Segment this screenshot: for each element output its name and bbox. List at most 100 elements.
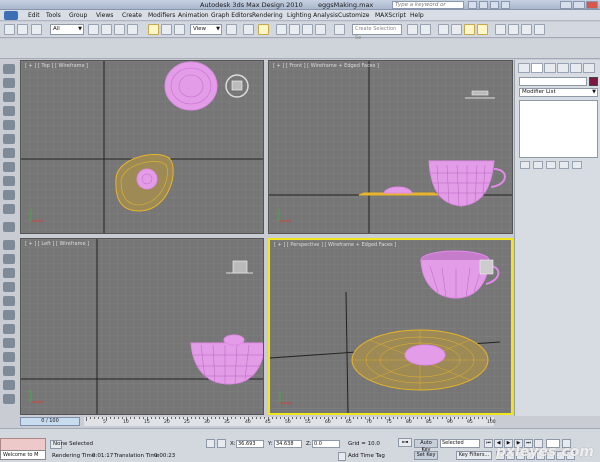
- utilities-tab-icon[interactable]: [583, 63, 595, 73]
- rect-selection-icon[interactable]: [114, 24, 125, 35]
- weld-icon[interactable]: [3, 310, 15, 320]
- viewport-top[interactable]: [ + ] [ Top ] [ Wireframe ]: [20, 60, 264, 234]
- extrude-icon[interactable]: [3, 120, 15, 130]
- menu-rendering[interactable]: Rendering: [252, 12, 283, 19]
- menu-lighting-analysis[interactable]: Lighting Analysis: [287, 12, 338, 19]
- maximize-button[interactable]: [573, 1, 585, 9]
- schematic-view-icon[interactable]: [477, 24, 488, 35]
- link-icon[interactable]: [31, 24, 42, 35]
- menu-edit[interactable]: Edit: [28, 12, 40, 19]
- menu-group[interactable]: Group: [69, 12, 87, 19]
- remove-modifier-icon[interactable]: [559, 161, 569, 169]
- absolute-mode-icon[interactable]: [217, 439, 226, 448]
- menu-views[interactable]: Views: [96, 12, 113, 19]
- display-tab-icon[interactable]: [570, 63, 582, 73]
- auto-key-button[interactable]: Auto Key: [414, 439, 438, 453]
- spinner-snap-icon[interactable]: [315, 24, 326, 35]
- pin-stack-icon[interactable]: [520, 161, 530, 169]
- maxscript-listener-white[interactable]: Welcome to M: [0, 450, 46, 460]
- modifier-list-dropdown[interactable]: Modifier List ▼: [519, 88, 598, 97]
- connect-icon[interactable]: [3, 338, 15, 348]
- undo-icon[interactable]: [4, 24, 15, 35]
- z-coord-field[interactable]: 0.0: [312, 440, 340, 448]
- rendered-frame-window-icon[interactable]: [521, 24, 532, 35]
- select-rotate-icon[interactable]: [161, 24, 172, 35]
- mesh-icon[interactable]: [3, 148, 15, 158]
- layer-manager-icon[interactable]: [438, 24, 449, 35]
- menu-maxscript[interactable]: MAXScript: [375, 12, 406, 19]
- pivot-center-icon[interactable]: [226, 24, 237, 35]
- render-production-icon[interactable]: [534, 24, 545, 35]
- key-filters-button[interactable]: Key Filters...: [456, 451, 492, 460]
- help-search-input[interactable]: Type a keyword or phrase: [392, 1, 464, 15]
- menu-animation[interactable]: Animation: [178, 12, 209, 19]
- shrink-icon[interactable]: [3, 222, 15, 232]
- modify-tab-icon[interactable]: [531, 63, 543, 73]
- viewport-label-top[interactable]: [ + ] [ Top ] [ Wireframe ]: [25, 63, 88, 69]
- viewport-perspective[interactable]: [ + ] [ Perspective ] [ Wireframe + Edge…: [268, 238, 513, 415]
- named-selection-input[interactable]: Create Selection Se: [352, 24, 402, 41]
- time-slider[interactable]: 0 / 100: [20, 417, 80, 426]
- loop-icon[interactable]: [3, 176, 15, 186]
- add-time-tag[interactable]: Add Time Tag: [348, 453, 385, 459]
- application-menu-icon[interactable]: [4, 11, 18, 20]
- polygon-icon[interactable]: [3, 134, 15, 144]
- menu-customize[interactable]: Customize: [338, 12, 370, 19]
- object-name-field[interactable]: [519, 77, 587, 86]
- edit-named-selection-icon[interactable]: [334, 24, 345, 35]
- search-icon[interactable]: [468, 1, 477, 9]
- make-planar-icon[interactable]: [3, 394, 15, 404]
- viewport-label-perspective[interactable]: [ + ] [ Perspective ] [ Wireframe + Edge…: [274, 242, 396, 248]
- freeform-icon[interactable]: [3, 64, 15, 74]
- key-mode-dropdown[interactable]: Selected: [440, 439, 480, 448]
- bevel-icon[interactable]: [3, 268, 15, 278]
- target-weld-icon[interactable]: [3, 324, 15, 334]
- bridge-icon[interactable]: [3, 240, 15, 250]
- snaps-toggle-icon[interactable]: [276, 24, 287, 35]
- favorites-icon[interactable]: [490, 1, 499, 9]
- y-coord-field[interactable]: 34.638: [274, 440, 302, 448]
- viewport-left[interactable]: [ + ] [ Left ] [ Wireframe ]: [20, 238, 264, 415]
- select-manipulate-icon[interactable]: [243, 24, 254, 35]
- minimize-button[interactable]: [560, 1, 572, 9]
- select-by-name-icon[interactable]: [101, 24, 112, 35]
- modifier-stack[interactable]: [519, 100, 598, 158]
- menu-help[interactable]: Help: [410, 12, 424, 19]
- percent-snap-icon[interactable]: [302, 24, 313, 35]
- motion-tab-icon[interactable]: [557, 63, 569, 73]
- render-setup-icon[interactable]: [508, 24, 519, 35]
- viewport-front[interactable]: [ + ] [ Front ] [ Wireframe + Edged Face…: [268, 60, 513, 234]
- make-unique-icon[interactable]: [546, 161, 556, 169]
- selection-filter-dropdown[interactable]: All ▼: [50, 24, 84, 35]
- paint-icon[interactable]: [3, 78, 15, 88]
- menu-create[interactable]: Create: [122, 12, 142, 19]
- material-editor-icon[interactable]: [495, 24, 506, 35]
- ring-icon[interactable]: [3, 190, 15, 200]
- select-scale-icon[interactable]: [174, 24, 185, 35]
- time-tag-icon[interactable]: [338, 452, 346, 461]
- select-move-icon[interactable]: [148, 24, 159, 35]
- select-object-icon[interactable]: [88, 24, 99, 35]
- configure-modifier-sets-icon[interactable]: [572, 161, 582, 169]
- chamfer-icon[interactable]: [3, 254, 15, 264]
- stamp-icon[interactable]: [3, 106, 15, 116]
- menu-tools[interactable]: Tools: [46, 12, 61, 19]
- lock-selection-icon[interactable]: [206, 439, 215, 448]
- cut-icon[interactable]: [3, 162, 15, 172]
- grow-icon[interactable]: [3, 204, 15, 214]
- angle-snap-icon[interactable]: [289, 24, 300, 35]
- hierarchy-tab-icon[interactable]: [544, 63, 556, 73]
- communication-center-icon[interactable]: [479, 1, 488, 9]
- smooth-icon[interactable]: [3, 366, 15, 376]
- reference-coord-dropdown[interactable]: View ▼: [190, 24, 222, 35]
- menu-modifiers[interactable]: Modifiers: [148, 12, 175, 19]
- window-crossing-icon[interactable]: [127, 24, 138, 35]
- create-tab-icon[interactable]: [518, 63, 530, 73]
- key-icon[interactable]: ⊶: [398, 438, 412, 447]
- viewport-label-front[interactable]: [ + ] [ Front ] [ Wireframe + Edged Face…: [273, 63, 379, 69]
- curve-editor-icon[interactable]: [464, 24, 475, 35]
- set-key-button[interactable]: Set Key: [414, 451, 438, 460]
- brush-icon[interactable]: [3, 92, 15, 102]
- mirror-icon[interactable]: [407, 24, 418, 35]
- align-icon[interactable]: [420, 24, 431, 35]
